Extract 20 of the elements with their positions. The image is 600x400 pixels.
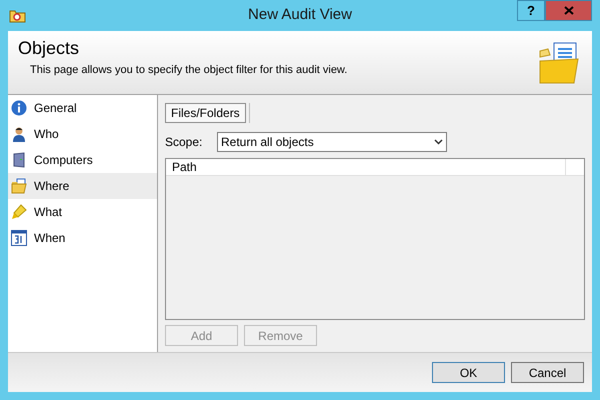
info-icon bbox=[11, 100, 27, 116]
close-icon bbox=[564, 6, 574, 15]
page-title: Objects bbox=[18, 37, 80, 59]
folder-document-icon bbox=[11, 178, 27, 194]
dialog-button[interactable]: Cancel bbox=[511, 362, 584, 383]
scope-label: Scope: bbox=[165, 134, 204, 151]
sidebar-item[interactable]: Where bbox=[8, 173, 157, 199]
computer-tower-icon bbox=[11, 152, 27, 168]
dialog-button[interactable]: OK bbox=[432, 362, 505, 383]
scope-dropdown[interactable]: Return all objects bbox=[217, 132, 447, 152]
window-title: New Audit View bbox=[247, 5, 353, 26]
tab[interactable]: Files/Folders bbox=[165, 103, 246, 123]
folder-search-icon bbox=[9, 8, 26, 23]
chevron-down-icon bbox=[434, 139, 443, 145]
page-description: This page allows you to specify the object filter for this audit view. bbox=[30, 63, 348, 78]
help-button[interactable]: ? bbox=[517, 0, 545, 21]
close-button[interactable] bbox=[545, 0, 592, 21]
user-icon bbox=[11, 126, 27, 142]
highlighter-icon bbox=[11, 204, 27, 220]
calendar-icon bbox=[11, 230, 27, 246]
